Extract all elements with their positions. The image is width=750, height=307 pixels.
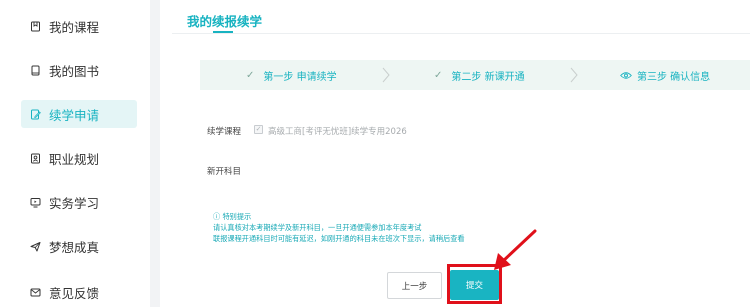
sidebar-item-label: 意见反馈 [49,285,100,301]
notice-title-text: 特别提示 [222,212,252,221]
notice-line-1: 请认真核对本考期续学及新开科目，一旦开通便需参加本年度考试 [213,223,422,232]
sidebar: 我的课程 我的图书 续学申请 职业规划 实务学习 梦想成真 意见反馈 [0,0,150,307]
sidebar-item-label: 实务学习 [49,195,100,211]
book-icon [30,65,41,76]
annotation-arrow-icon [490,228,540,272]
sidebar-item-continue-study[interactable]: 续学申请 [21,100,137,128]
check-icon: ✓ [246,69,255,81]
check-icon: ✓ [434,69,443,81]
submit-button[interactable]: 提交 [450,270,499,300]
step-2: ✓ 第二步 新课开通 [434,60,525,90]
step-label: 第二步 新课开通 [451,71,525,83]
main-panel: 我的续报续学 ✓ 第一步 申请续学 ✓ 第二步 新课开通 第三步 确认信息 续学… [160,0,750,307]
sidebar-item-label: 梦想成真 [49,239,100,255]
course-label: 续学课程 [207,127,242,137]
steps-bar: ✓ 第一步 申请续学 ✓ 第二步 新课开通 第三步 确认信息 [200,60,750,90]
sidebar-item-career-planning[interactable]: 职业规划 [21,144,137,172]
course-value: 高级工商[考评无忧班]续学专用2026 [268,127,407,137]
sidebar-item-label: 续学申请 [49,107,100,123]
send-icon [30,241,41,252]
eye-icon [620,71,632,80]
chevron-right-icon [570,67,578,83]
bookmark-icon [30,21,41,32]
sidebar-item-my-books[interactable]: 我的图书 [21,56,137,84]
sidebar-item-dream-come-true[interactable]: 梦想成真 [21,232,137,260]
new-subject-label: 新开科目 [207,167,242,177]
sidebar-item-my-courses[interactable]: 我的课程 [21,12,137,40]
sidebar-item-practical-learning[interactable]: 实务学习 [21,188,137,216]
monitor-icon [30,197,41,208]
sidebar-item-label: 我的课程 [49,19,100,35]
step-label: 第一步 申请续学 [263,71,337,83]
step-label: 第三步 确认信息 [637,71,711,83]
edit-document-icon [30,109,41,120]
chevron-right-icon [382,67,390,83]
step-1: ✓ 第一步 申请续学 [246,60,337,90]
page-title: 我的续报续学 [187,14,263,29]
previous-step-button[interactable]: 上一步 [387,272,442,299]
sidebar-item-feedback[interactable]: 意见反馈 [21,278,137,306]
profile-card-icon [30,153,41,164]
course-checkbox[interactable]: ✓ [254,125,263,134]
notice-title: ⓘ 特别提示 [213,212,251,222]
notice-line-2: 联报课程开通科目时可能有延迟，如刚开通的科目未在班次下显示，请稍后查看 [213,234,465,243]
step-3: 第三步 确认信息 [620,60,710,90]
title-divider [172,33,750,34]
app-root: 我的课程 我的图书 续学申请 职业规划 实务学习 梦想成真 意见反馈 我的续报续… [0,0,750,307]
mail-icon [30,287,41,298]
sidebar-item-label: 我的图书 [49,63,100,79]
sidebar-item-label: 职业规划 [49,151,100,167]
